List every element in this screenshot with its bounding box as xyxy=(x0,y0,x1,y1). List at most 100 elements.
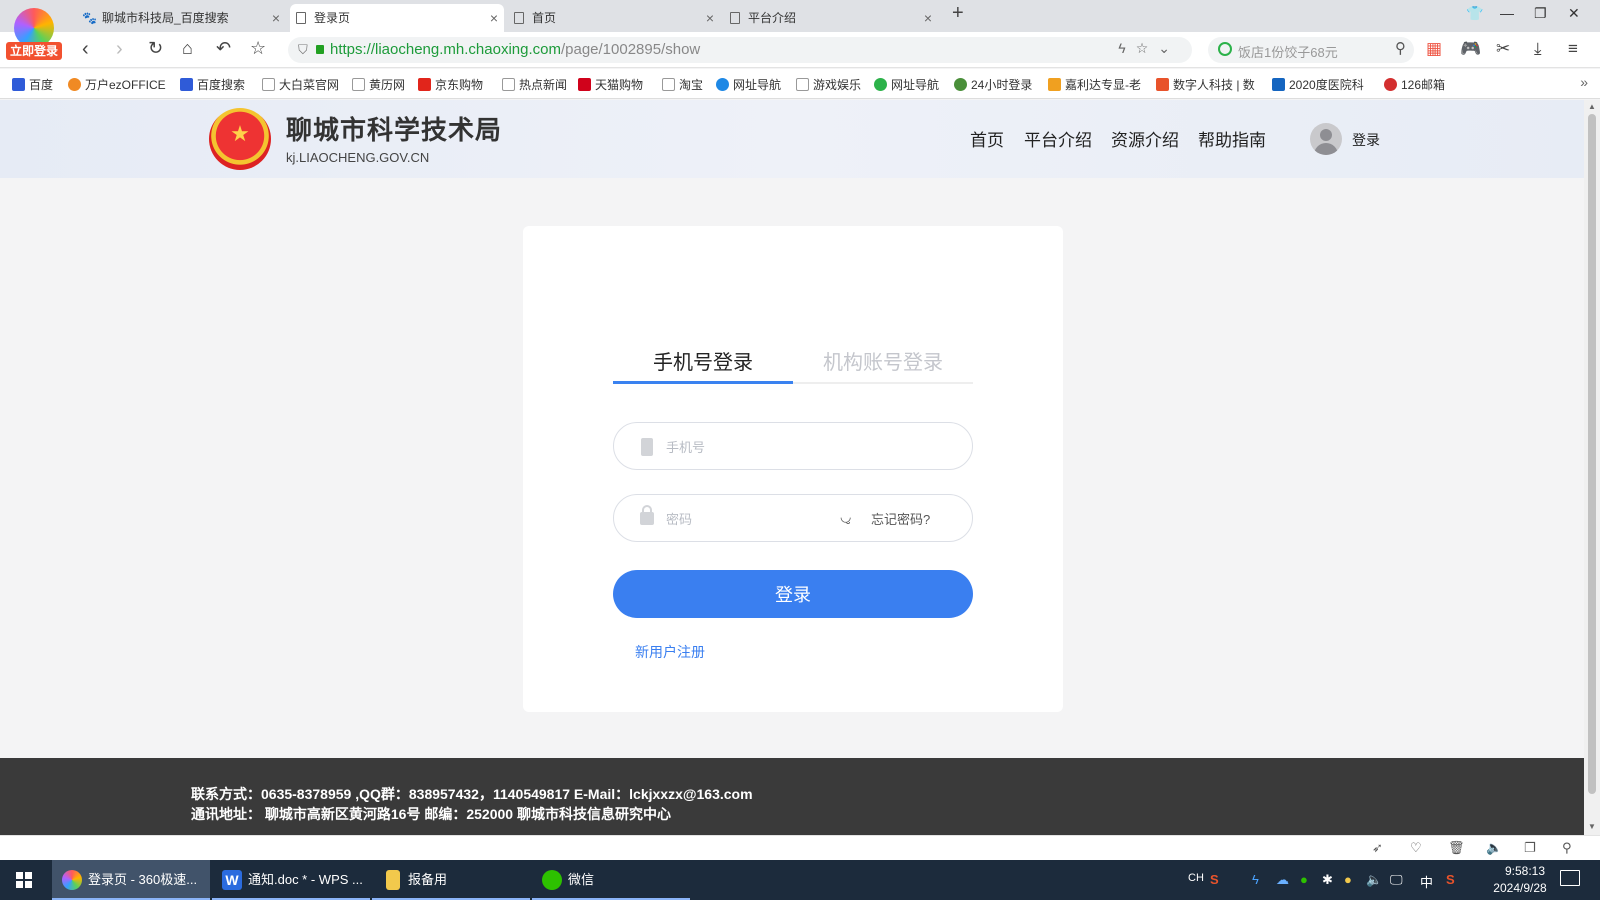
scroll-up-icon[interactable]: ▲ xyxy=(1588,102,1596,111)
nav-help-guide[interactable]: 帮助指南 xyxy=(1198,126,1266,151)
bookmark-item[interactable]: 数字人科技 | 数 xyxy=(1156,76,1255,93)
bookmark-item[interactable]: 百度 xyxy=(12,76,53,93)
star-icon[interactable]: ☆ xyxy=(1136,40,1159,56)
tab-org-login[interactable]: 机构账号登录 xyxy=(793,346,973,375)
bookmark-item[interactable]: 网址导航 xyxy=(874,76,939,93)
restore-button[interactable]: ❐ xyxy=(1534,5,1547,22)
login-now-badge[interactable]: 立即登录 xyxy=(6,42,62,60)
input-lang-indicator[interactable]: CH xyxy=(1188,872,1204,884)
flash-icon[interactable]: ϟ xyxy=(1252,872,1259,887)
rocket-icon[interactable]: ➶ xyxy=(1372,840,1383,856)
menu-icon[interactable]: ≡ xyxy=(1568,39,1578,59)
undo-close-button[interactable]: ↶ xyxy=(216,38,231,59)
ime-indicator[interactable]: 中 xyxy=(1420,872,1433,891)
bookmark-item[interactable]: 百度搜索 xyxy=(180,76,245,93)
bookmark-item[interactable]: 淘宝 xyxy=(662,76,703,93)
game-icon[interactable]: 🎮 xyxy=(1460,39,1481,59)
search-icon[interactable]: ⚲ xyxy=(1395,39,1406,57)
color-dots-icon[interactable]: ● xyxy=(1344,872,1352,887)
bookmark-item[interactable]: 天猫购物 xyxy=(578,76,643,93)
scrollbar-thumb[interactable] xyxy=(1588,114,1596,794)
windows-start-icon[interactable] xyxy=(16,872,32,888)
header-login-link[interactable]: 登录 xyxy=(1352,130,1380,150)
taskbar-app-folder[interactable]: 报备用 xyxy=(372,860,530,900)
minimize-button[interactable]: — xyxy=(1500,5,1514,21)
bookmark-item[interactable]: 网址导航 xyxy=(716,76,781,93)
taskbar-app-360-browser[interactable]: 登录页 - 360极速... xyxy=(52,860,210,900)
lock-icon xyxy=(640,505,654,525)
url-text[interactable]: https://liaocheng.mh.chaoxing.com/page/1… xyxy=(330,41,700,58)
nav-platform-intro[interactable]: 平台介绍 xyxy=(1024,126,1092,151)
bookmark-item[interactable]: 2020度医院科 xyxy=(1272,76,1364,93)
bookmark-item[interactable]: 嘉利达专显-老 xyxy=(1048,76,1141,93)
clock-time[interactable]: 9:58:13 xyxy=(1490,864,1560,878)
download-icon[interactable]: ⤓ xyxy=(1534,39,1542,59)
wechat-tray-icon[interactable]: ● xyxy=(1300,872,1308,887)
close-icon[interactable]: × xyxy=(924,4,932,32)
forward-button[interactable]: › xyxy=(116,38,123,61)
phone-field[interactable] xyxy=(613,422,973,470)
bookmarks-overflow-icon[interactable]: » xyxy=(1580,74,1588,90)
bookmark-item[interactable]: 万户ezOFFICE xyxy=(68,76,166,93)
user-avatar-icon[interactable] xyxy=(1310,123,1342,155)
tab-platform-intro[interactable]: 平台介绍 × xyxy=(724,4,938,32)
reload-button[interactable]: ↻ xyxy=(148,38,163,59)
scroll-down-icon[interactable]: ▼ xyxy=(1588,822,1596,831)
heartbeat-icon[interactable]: ♡ xyxy=(1410,840,1422,856)
chevron-down-icon[interactable]: ⌄ xyxy=(1158,40,1180,56)
tab-home[interactable]: 首页 × xyxy=(508,4,720,32)
shield-icon[interactable]: ⛉ xyxy=(298,42,308,58)
nav-resource-intro[interactable]: 资源介绍 xyxy=(1111,126,1179,151)
bookmark-item[interactable]: 京东购物 xyxy=(418,76,483,93)
zoom-icon[interactable]: ⚲ xyxy=(1562,840,1572,856)
search-box[interactable]: 饭店1份饺子68元 ⚲ xyxy=(1208,37,1414,63)
notification-center-icon[interactable] xyxy=(1560,870,1580,886)
close-icon[interactable]: × xyxy=(490,4,498,32)
volume-icon[interactable]: 🔈 xyxy=(1486,840,1502,856)
password-input[interactable] xyxy=(666,507,826,531)
sogou-icon[interactable]: S xyxy=(1210,872,1219,887)
bookmark-item[interactable]: 24小时登录 xyxy=(954,76,1032,93)
cloud-icon[interactable]: ☁ xyxy=(1276,872,1289,888)
sogou-ime-icon[interactable]: S xyxy=(1446,872,1455,887)
lightning-icon[interactable]: ϟ xyxy=(1118,40,1135,56)
taskbar-app-wps[interactable]: W 通知.doc * - WPS ... xyxy=(212,860,370,900)
bookmark-item[interactable]: 黄历网 xyxy=(352,76,405,93)
bookmark-item[interactable]: 游戏娱乐 xyxy=(796,76,861,93)
trash-icon[interactable]: 🗑 xyxy=(1448,840,1465,856)
scissors-icon[interactable]: ✂ xyxy=(1496,39,1510,59)
forgot-password-link[interactable]: 忘记密码? xyxy=(871,509,930,528)
address-bar[interactable]: ⛉ https://liaocheng.mh.chaoxing.com/page… xyxy=(288,37,1192,63)
home-button[interactable]: ⌂ xyxy=(182,38,193,59)
close-window-button[interactable]: ✕ xyxy=(1568,5,1580,22)
close-icon[interactable]: × xyxy=(706,4,714,32)
bookmark-item[interactable]: 126邮箱 xyxy=(1384,76,1445,93)
eye-closed-icon[interactable]: ◡̮ xyxy=(840,509,851,525)
bookmark-star-button[interactable]: ☆ xyxy=(250,38,266,59)
bookmark-item[interactable]: 大白菜官网 xyxy=(262,76,339,93)
clock-date[interactable]: 2024/9/28 xyxy=(1480,881,1560,895)
tab-login-page[interactable]: 登录页 × xyxy=(290,4,504,32)
shirt-skin-icon[interactable]: 👕 xyxy=(1466,5,1483,22)
network-share-icon[interactable]: ✱ xyxy=(1322,872,1333,888)
tab-phone-login[interactable]: 手机号登录 xyxy=(613,346,793,375)
tab-baidu-search[interactable]: 🐾 聊城市科技局_百度搜索 × xyxy=(78,4,286,32)
360-browser-logo[interactable]: 立即登录 xyxy=(6,6,62,64)
new-tab-button[interactable]: + xyxy=(952,2,964,25)
bookmark-item[interactable]: 热点新闻 xyxy=(502,76,567,93)
lock-icon xyxy=(316,45,324,54)
password-field[interactable]: ◡̮ 忘记密码? xyxy=(613,494,973,542)
register-link[interactable]: 新用户注册 xyxy=(635,642,705,662)
network-icon[interactable]: 🖵 xyxy=(1390,872,1403,888)
apps-grid-icon[interactable]: ▦ xyxy=(1426,39,1442,59)
vertical-scrollbar[interactable]: ▲ ▼ xyxy=(1584,100,1600,835)
taskbar-app-wechat[interactable]: 微信 xyxy=(532,860,690,900)
close-icon[interactable]: × xyxy=(272,4,280,32)
back-button[interactable]: ‹ xyxy=(82,38,89,61)
window-icon[interactable]: ❐ xyxy=(1524,840,1536,856)
address-actions[interactable]: ϟ☆⌄ xyxy=(1118,40,1180,57)
login-button[interactable]: 登录 xyxy=(613,570,973,618)
speaker-icon[interactable]: 🔈 xyxy=(1366,872,1382,888)
phone-input[interactable] xyxy=(666,435,866,459)
nav-home[interactable]: 首页 xyxy=(970,126,1004,151)
